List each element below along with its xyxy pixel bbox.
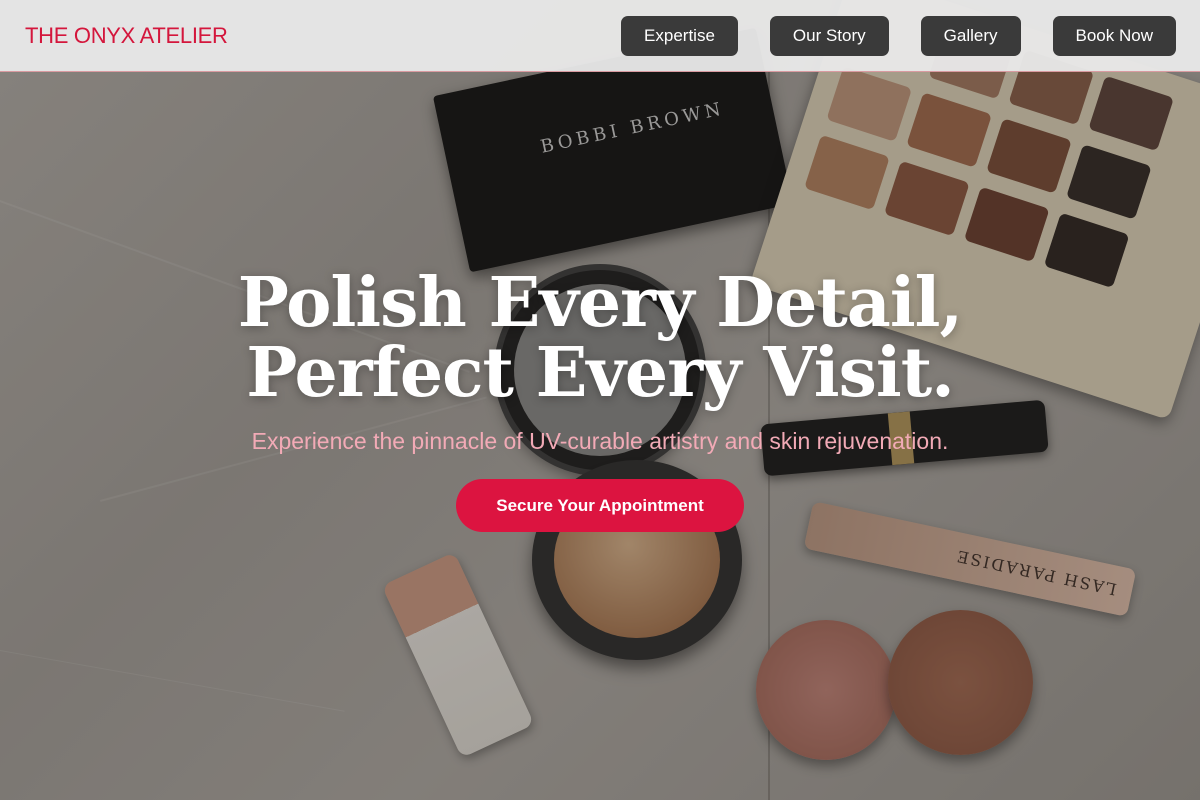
main-nav: Expertise Our Story Gallery Book Now — [621, 15, 1176, 56]
hero-title: Polish Every Detail, Perfect Every Visit… — [0, 268, 1200, 408]
site-header: THE ONYX ATELIER Expertise Our Story Gal… — [0, 0, 1200, 72]
nav-gallery-button[interactable]: Gallery — [920, 15, 1021, 56]
hero-title-line-1: Polish Every Detail, — [237, 263, 963, 343]
nav-book-now-button[interactable]: Book Now — [1052, 15, 1176, 56]
hero-subtitle: Experience the pinnacle of UV-curable ar… — [251, 428, 949, 454]
secure-appointment-button[interactable]: Secure Your Appointment — [456, 479, 744, 532]
nav-our-story-button[interactable]: Our Story — [769, 15, 889, 56]
hero-section: Polish Every Detail, Perfect Every Visit… — [0, 268, 1200, 532]
brand-logo[interactable]: THE ONYX ATELIER — [25, 23, 228, 49]
hero-title-line-2: Perfect Every Visit. — [246, 333, 955, 413]
nav-expertise-button[interactable]: Expertise — [621, 15, 738, 56]
